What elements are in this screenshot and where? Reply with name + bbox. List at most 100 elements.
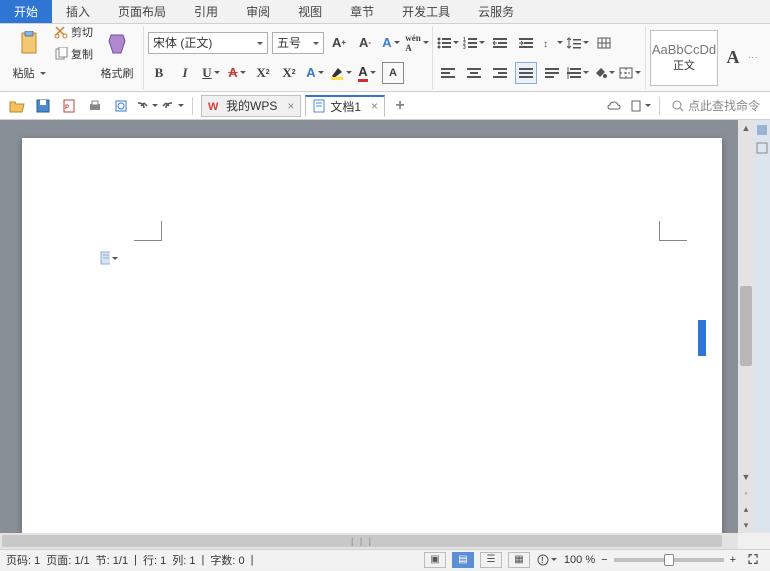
- zoom-level[interactable]: 100 %: [564, 554, 595, 566]
- underline-button[interactable]: U: [200, 62, 222, 84]
- menu-tab-view[interactable]: 视图: [284, 0, 336, 23]
- zoom-out-button[interactable]: −: [601, 554, 607, 566]
- hscroll-thumb[interactable]: | | |: [2, 535, 722, 547]
- numbering-button[interactable]: 123: [463, 32, 485, 54]
- style-normal[interactable]: AaBbCcDd 正文: [650, 30, 718, 86]
- view-web-button[interactable]: ▦: [508, 552, 530, 568]
- undo-button[interactable]: [136, 95, 158, 117]
- scroll-thumb[interactable]: [740, 286, 752, 366]
- vertical-scrollbar[interactable]: ▲ ▼ ◦ ▴ ▾: [738, 120, 754, 533]
- svg-text:3: 3: [463, 45, 466, 49]
- bold-button[interactable]: B: [148, 62, 170, 84]
- status-section[interactable]: 节: 1/1: [96, 552, 128, 568]
- shrink-font-button[interactable]: A-: [354, 32, 376, 54]
- close-icon[interactable]: ×: [287, 99, 294, 113]
- scroll-up-button[interactable]: ▲: [738, 120, 754, 136]
- next-page-button[interactable]: ▾: [738, 517, 754, 533]
- view-options-button[interactable]: !: [536, 549, 558, 571]
- fit-window-button[interactable]: ⛶: [742, 549, 764, 571]
- status-wordcount[interactable]: 字数: 0: [210, 552, 244, 568]
- font-color-button[interactable]: A: [356, 62, 378, 84]
- change-case-button[interactable]: A: [380, 32, 402, 54]
- decrease-indent-button[interactable]: [489, 32, 511, 54]
- view-fullscreen-button[interactable]: ▣: [424, 552, 446, 568]
- cut-button[interactable]: 剪切: [54, 22, 93, 42]
- line-spacing-button[interactable]: [567, 32, 589, 54]
- font-name-select[interactable]: 宋体 (正文): [148, 32, 268, 54]
- align-justify-button[interactable]: [515, 62, 537, 84]
- doc-tab-doc1[interactable]: 文档1 ×: [305, 95, 385, 117]
- align-distribute-button[interactable]: [541, 62, 563, 84]
- menu-tab-devtools[interactable]: 开发工具: [388, 0, 464, 23]
- paste-button[interactable]: [8, 31, 50, 55]
- status-col[interactable]: 列: 1: [172, 552, 195, 568]
- page[interactable]: [22, 138, 722, 533]
- menu-tab-references[interactable]: 引用: [180, 0, 232, 23]
- font-size-select[interactable]: 五号: [272, 32, 324, 54]
- open-button[interactable]: [6, 95, 28, 117]
- cloud-button[interactable]: [603, 95, 625, 117]
- shading-button[interactable]: [593, 62, 615, 84]
- superscript-button[interactable]: X2: [252, 62, 274, 84]
- command-search[interactable]: 点此查找命令: [668, 95, 764, 117]
- side-panel-item-1[interactable]: [756, 124, 768, 136]
- horizontal-scrollbar[interactable]: | | |: [0, 533, 738, 549]
- status-pages[interactable]: 页面: 1/1: [46, 552, 89, 568]
- bullets-button[interactable]: [437, 32, 459, 54]
- subscript-button[interactable]: X2: [278, 62, 300, 84]
- view-outline-button[interactable]: ☰: [480, 552, 502, 568]
- new-style-button[interactable]: A: [722, 47, 744, 69]
- show-marks-button[interactable]: [593, 32, 615, 54]
- increase-indent-button[interactable]: [515, 32, 537, 54]
- margin-marker-top-left: [134, 221, 162, 241]
- phonetic-guide-button[interactable]: wénA: [406, 32, 428, 54]
- view-print-layout-button[interactable]: ▤: [452, 552, 474, 568]
- text-effects-button[interactable]: A: [304, 62, 326, 84]
- tab-stops-button[interactable]: [567, 62, 589, 84]
- scroll-down-button[interactable]: ▼: [738, 469, 754, 485]
- menu-tab-review[interactable]: 审阅: [232, 0, 284, 23]
- side-collapse-handle[interactable]: [698, 320, 706, 356]
- paste-label-row[interactable]: 粘贴: [8, 63, 50, 83]
- format-painter-button[interactable]: [97, 31, 139, 55]
- document-area[interactable]: [0, 120, 738, 533]
- character-border-button[interactable]: A: [382, 62, 404, 84]
- browse-object-button[interactable]: ◦: [738, 485, 754, 501]
- highlight-button[interactable]: [330, 62, 352, 84]
- menu-tab-start[interactable]: 开始: [0, 0, 52, 23]
- new-tab-button[interactable]: +: [389, 95, 411, 117]
- grid-icon: [597, 37, 611, 49]
- menu-tab-cloud[interactable]: 云服务: [464, 0, 528, 23]
- align-center-button[interactable]: [463, 62, 485, 84]
- menu-tab-chapter[interactable]: 章节: [336, 0, 388, 23]
- scroll-track[interactable]: [738, 136, 754, 469]
- export-pdf-button[interactable]: P: [58, 95, 80, 117]
- side-panel-item-2[interactable]: [756, 142, 768, 154]
- save-button[interactable]: [32, 95, 54, 117]
- zoom-in-button[interactable]: +: [730, 554, 736, 566]
- redo-button[interactable]: [162, 95, 184, 117]
- borders-button[interactable]: [619, 62, 641, 84]
- status-page[interactable]: 页码: 1: [6, 552, 40, 568]
- text-direction-button[interactable]: ↕: [541, 32, 563, 54]
- redo-icon: [162, 100, 176, 112]
- menu-tab-pagelayout[interactable]: 页面布局: [104, 0, 180, 23]
- status-line[interactable]: 行: 1: [143, 552, 166, 568]
- zoom-slider[interactable]: [614, 558, 724, 562]
- align-right-button[interactable]: [489, 62, 511, 84]
- menu-tab-insert[interactable]: 插入: [52, 0, 104, 23]
- style-more[interactable]: ⋮: [748, 53, 758, 62]
- strikethrough-button[interactable]: A: [226, 62, 248, 84]
- print-button[interactable]: [84, 95, 106, 117]
- paste-options-button[interactable]: [100, 251, 118, 265]
- grow-font-button[interactable]: A+: [328, 32, 350, 54]
- print-preview-button[interactable]: [110, 95, 132, 117]
- align-left-button[interactable]: [437, 62, 459, 84]
- close-icon[interactable]: ×: [371, 99, 378, 113]
- zoom-knob[interactable]: [664, 554, 674, 566]
- folder-open-icon: [9, 99, 25, 113]
- doc-tab-mywps[interactable]: W 我的WPS ×: [201, 95, 301, 117]
- prev-page-button[interactable]: ▴: [738, 501, 754, 517]
- italic-button[interactable]: I: [174, 62, 196, 84]
- settings-button[interactable]: [629, 95, 651, 117]
